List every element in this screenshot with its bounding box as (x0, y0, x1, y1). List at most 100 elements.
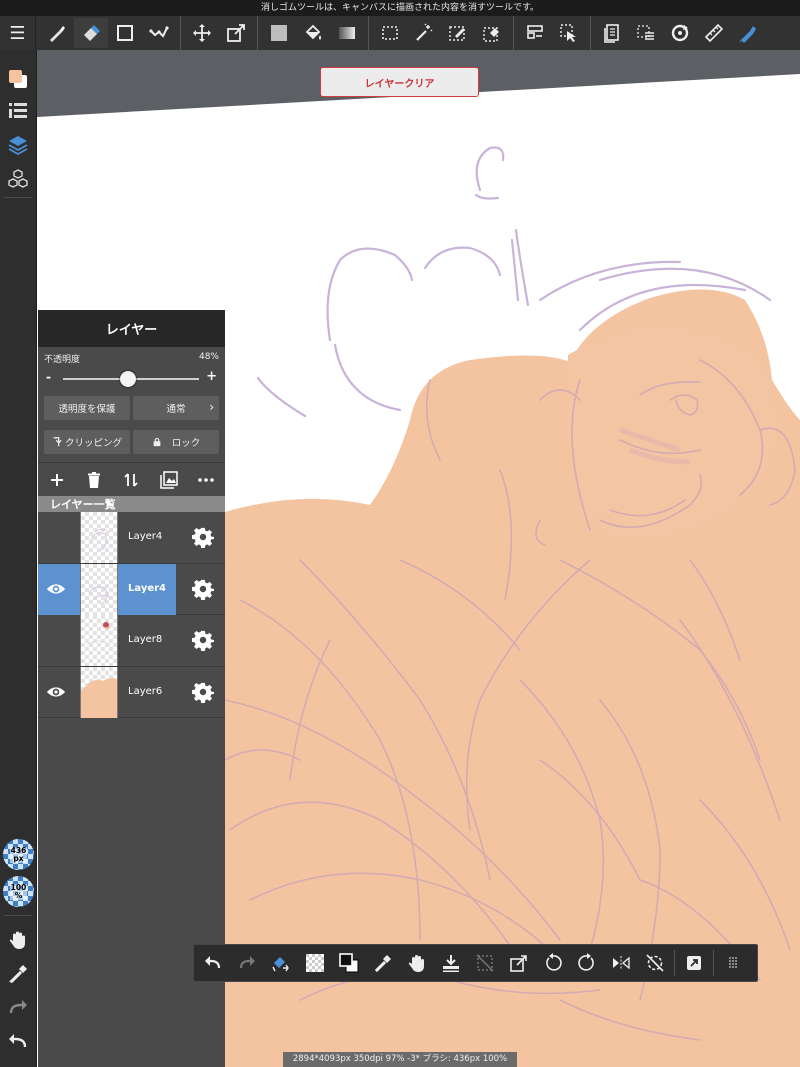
visibility-toggle[interactable] (44, 629, 68, 651)
undo-side-button[interactable] (3, 1027, 33, 1057)
layer-thumbnail (80, 666, 118, 718)
rotate-left-button[interactable] (536, 945, 570, 981)
ruler-button[interactable] (697, 18, 731, 48)
protect-alpha-button[interactable]: 透明度を保護 (44, 396, 130, 420)
layer-button[interactable] (3, 130, 33, 160)
select-pen-icon (449, 26, 465, 41)
layer-settings-button[interactable] (191, 525, 215, 549)
select-all-icon (637, 25, 654, 40)
visibility-toggle[interactable] (44, 578, 68, 600)
layer-thumbnail (80, 563, 118, 615)
bucket-icon (305, 24, 321, 40)
pen-blue-button[interactable] (731, 18, 765, 48)
clipping-button[interactable]: クリッピング (44, 430, 130, 454)
layer-row[interactable]: Layer8 (38, 615, 225, 667)
drag-handle[interactable] (716, 945, 750, 981)
bucket-tool-button[interactable] (296, 18, 330, 48)
tool-tip-bar: 消しゴムツールは、キャンバスに描画された内容を消すツールです。 (0, 0, 800, 16)
menu-button[interactable]: ☰ (0, 16, 36, 50)
eyedropper-button[interactable] (3, 959, 33, 989)
save-download-button[interactable] (434, 945, 468, 981)
lock-button[interactable]: ロック (133, 430, 219, 454)
opacity-slider-thumb[interactable] (120, 371, 137, 387)
download-icon (443, 955, 459, 972)
flip-horizontal-button[interactable] (604, 945, 638, 981)
select-pen-button[interactable] (441, 18, 475, 48)
brush-list-icon (9, 103, 27, 118)
select-eraser-button[interactable] (475, 18, 509, 48)
redo-button[interactable] (230, 945, 264, 981)
hand-button[interactable] (3, 925, 33, 955)
layer-row[interactable]: Layer6 (38, 666, 225, 718)
layer-settings-button[interactable] (191, 680, 215, 704)
eraser-toggle-button[interactable] (264, 945, 298, 981)
operation-button[interactable] (552, 18, 586, 48)
opacity-increase-button[interactable]: + (206, 369, 217, 384)
blend-mode-label: 通常 (166, 404, 186, 415)
gear-icon (192, 682, 214, 703)
brush-opacity-chip[interactable]: 100 % (3, 876, 34, 907)
fill-color-button[interactable] (262, 18, 296, 48)
lock-icon (153, 437, 161, 447)
color-swatch-button[interactable] (3, 64, 33, 94)
rotate-right-icon (578, 953, 594, 971)
brush-size-chip[interactable]: 436 px (3, 839, 34, 870)
opacity-decrease-button[interactable]: - (46, 370, 51, 384)
magic-wand-button[interactable] (407, 18, 441, 48)
material-3d-button[interactable] (3, 164, 33, 194)
material-button[interactable] (595, 18, 629, 48)
quick-access-button[interactable] (677, 945, 711, 981)
more-icon (198, 477, 215, 482)
rotate-right-button[interactable] (570, 945, 604, 981)
magic-wand-icon (416, 23, 433, 41)
dot-tool-button[interactable] (142, 18, 176, 48)
flip-horizontal-icon (613, 956, 630, 970)
undo-icon (9, 1034, 27, 1048)
hand-quick-button[interactable] (400, 945, 434, 981)
rotate-button[interactable] (663, 18, 697, 48)
visibility-toggle[interactable] (44, 526, 68, 548)
blend-mode-button[interactable]: 通常 › (133, 396, 219, 420)
eraser-tool-button[interactable] (74, 18, 108, 48)
brush-opacity-value: 100 % (9, 882, 28, 900)
import-image-button[interactable] (155, 466, 183, 494)
select-rect-button[interactable] (373, 18, 407, 48)
reset-rotation-button[interactable] (638, 945, 672, 981)
redo-side-button[interactable] (3, 993, 33, 1023)
more-options-button[interactable] (192, 466, 220, 494)
operation-icon (560, 24, 576, 42)
swap-colors-button[interactable] (332, 945, 366, 981)
image-icon (160, 470, 178, 489)
gradient-tool-button[interactable] (330, 18, 364, 48)
layer-settings-button[interactable] (191, 628, 215, 652)
swap-colors-icon (339, 953, 359, 973)
transparent-color-button[interactable] (298, 945, 332, 981)
brush-tool-button[interactable] (40, 18, 74, 48)
layout-button[interactable] (518, 18, 552, 48)
opacity-slider-row: - + (38, 369, 225, 389)
transform-tool-button[interactable] (219, 18, 253, 48)
shape-tool-button[interactable] (108, 18, 142, 48)
transform-quick-button[interactable] (502, 945, 536, 981)
sidebar-divider (4, 915, 32, 916)
layer-name: Layer4 (128, 582, 167, 594)
add-layer-button[interactable] (43, 466, 71, 494)
layer-thumbnail (80, 512, 118, 563)
move-tool-button[interactable] (185, 18, 219, 48)
swap-vertical-icon (124, 472, 139, 487)
visibility-toggle[interactable] (44, 681, 68, 703)
reorder-layer-button[interactable] (117, 466, 145, 494)
layer-row[interactable]: Layer4 (38, 512, 225, 564)
layer-row-selected[interactable]: Layer4 (38, 563, 225, 615)
deselect-button[interactable] (468, 945, 502, 981)
fill-color-icon (271, 25, 287, 41)
brush-list-button[interactable] (3, 96, 33, 126)
select-all-button[interactable] (629, 18, 663, 48)
redo-icon (239, 956, 255, 969)
delete-layer-button[interactable] (80, 466, 108, 494)
layer-settings-button[interactable] (191, 577, 215, 601)
eyedropper-quick-button[interactable] (366, 945, 400, 981)
undo-button[interactable] (196, 945, 230, 981)
layer-thumbnail (80, 615, 118, 666)
layer-clear-button[interactable]: レイヤークリア (320, 67, 479, 97)
